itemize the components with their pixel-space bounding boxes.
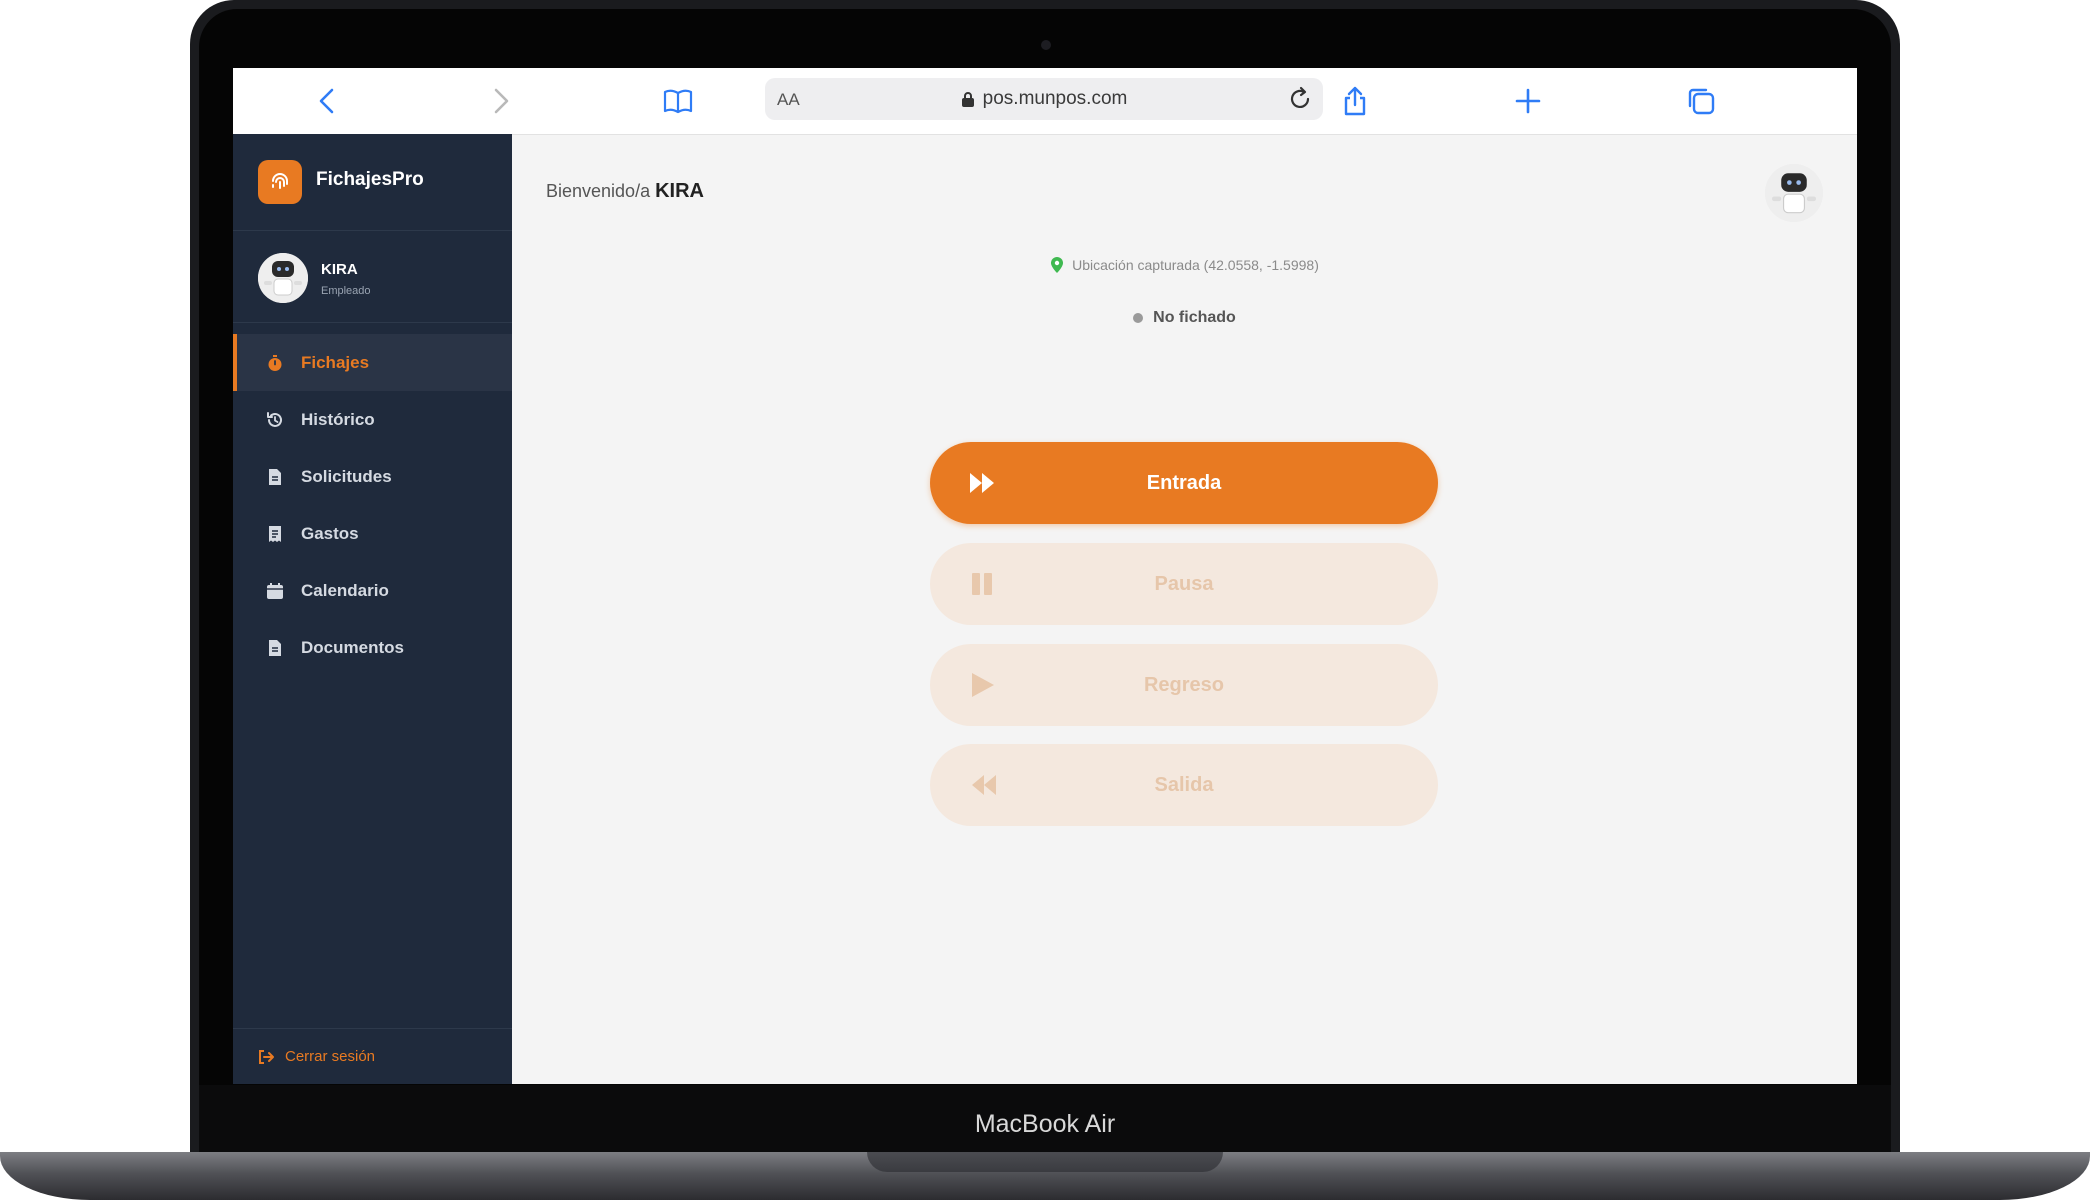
user-role: Empleado	[321, 285, 371, 297]
logout-button[interactable]: Cerrar sesión	[233, 1028, 512, 1084]
sidebar-item-label: Solicitudes	[301, 466, 392, 486]
sidebar-item-documentos[interactable]: Documentos	[233, 619, 512, 676]
browser-toolbar: AA pos.munpos.com	[233, 68, 1857, 135]
pausa-button[interactable]: Pausa	[930, 543, 1438, 625]
reload-icon[interactable]	[1285, 84, 1315, 114]
forward-icon[interactable]	[479, 80, 521, 122]
robot-avatar-icon	[1765, 164, 1823, 222]
salida-button[interactable]: Salida	[930, 744, 1438, 826]
sidebar: FichajesPro KIRA Empleado Fichajes Histó…	[233, 134, 512, 1084]
rewind-icon	[972, 775, 996, 795]
back-icon[interactable]	[307, 80, 349, 122]
sidebar-item-label: Gastos	[301, 523, 359, 543]
user-name: KIRA	[321, 261, 358, 278]
sidebar-item-label: Fichajes	[301, 352, 370, 372]
calendar-icon	[265, 581, 285, 601]
share-icon[interactable]	[1334, 80, 1376, 122]
laptop-notch	[867, 1152, 1223, 1172]
location-text: Ubicación capturada (42.0558, -1.5998)	[1072, 257, 1319, 273]
location-pin-icon	[1051, 257, 1064, 273]
file-icon	[265, 638, 285, 658]
main-content: Bienvenido/a KIRA Ubicación capturada (4…	[512, 134, 1857, 1084]
sidebar-nav: Fichajes Histórico Solicitudes Gastos Ca…	[233, 334, 512, 676]
tabs-icon[interactable]	[1680, 80, 1722, 122]
sidebar-item-fichajes[interactable]: Fichajes	[233, 334, 512, 391]
logout-icon	[257, 1048, 275, 1066]
welcome-prefix: Bienvenido/a	[546, 181, 651, 201]
profile-avatar[interactable]	[1765, 164, 1823, 222]
logout-label: Cerrar sesión	[285, 1048, 376, 1065]
bookmarks-icon[interactable]	[657, 80, 699, 122]
regreso-button[interactable]: Regreso	[930, 644, 1438, 726]
salida-label: Salida	[1154, 773, 1214, 796]
screen: AA pos.munpos.com FichajesPro KIRA Emple…	[233, 68, 1857, 1084]
pausa-label: Pausa	[1154, 572, 1214, 595]
sidebar-item-calendario[interactable]: Calendario	[233, 562, 512, 619]
document-icon	[265, 467, 285, 487]
welcome-name: KIRA	[655, 180, 704, 202]
regreso-label: Regreso	[1143, 673, 1225, 696]
sidebar-item-label: Documentos	[301, 637, 404, 657]
url-text: pos.munpos.com	[982, 88, 1128, 109]
sidebar-item-label: Calendario	[301, 580, 389, 600]
sidebar-item-solicitudes[interactable]: Solicitudes	[233, 448, 512, 505]
receipt-icon	[265, 524, 285, 544]
stopwatch-icon	[265, 353, 285, 373]
fingerprint-icon	[272, 173, 288, 189]
device-label: MacBook Air	[974, 1110, 1116, 1138]
location-status: Ubicación capturada (42.0558, -1.5998)	[512, 256, 1857, 274]
app-name[interactable]: FichajesPro	[316, 169, 424, 191]
user-profile: KIRA Empleado	[233, 231, 512, 323]
history-icon	[265, 410, 285, 430]
sidebar-item-label: Histórico	[301, 409, 375, 429]
welcome-message: Bienvenido/a KIRA	[546, 180, 704, 203]
status-text: No fichado	[1153, 309, 1236, 326]
fast-forward-icon	[970, 473, 994, 493]
entrada-button[interactable]: Entrada	[930, 442, 1438, 524]
clock-status: No fichado	[512, 309, 1857, 327]
sidebar-item-gastos[interactable]: Gastos	[233, 505, 512, 562]
pause-icon	[972, 573, 992, 595]
lock-icon	[961, 91, 974, 107]
address-bar[interactable]: AA pos.munpos.com	[765, 78, 1323, 120]
sidebar-item-historico[interactable]: Histórico	[233, 391, 512, 448]
entrada-label: Entrada	[1146, 471, 1222, 494]
app-logo[interactable]	[258, 160, 302, 204]
avatar[interactable]	[258, 253, 308, 303]
status-dot	[1133, 313, 1144, 323]
camera	[1041, 40, 1051, 50]
play-icon	[972, 673, 994, 697]
new-tab-icon[interactable]	[1507, 80, 1549, 122]
sidebar-header: FichajesPro	[233, 134, 512, 231]
robot-avatar-icon	[258, 253, 308, 303]
